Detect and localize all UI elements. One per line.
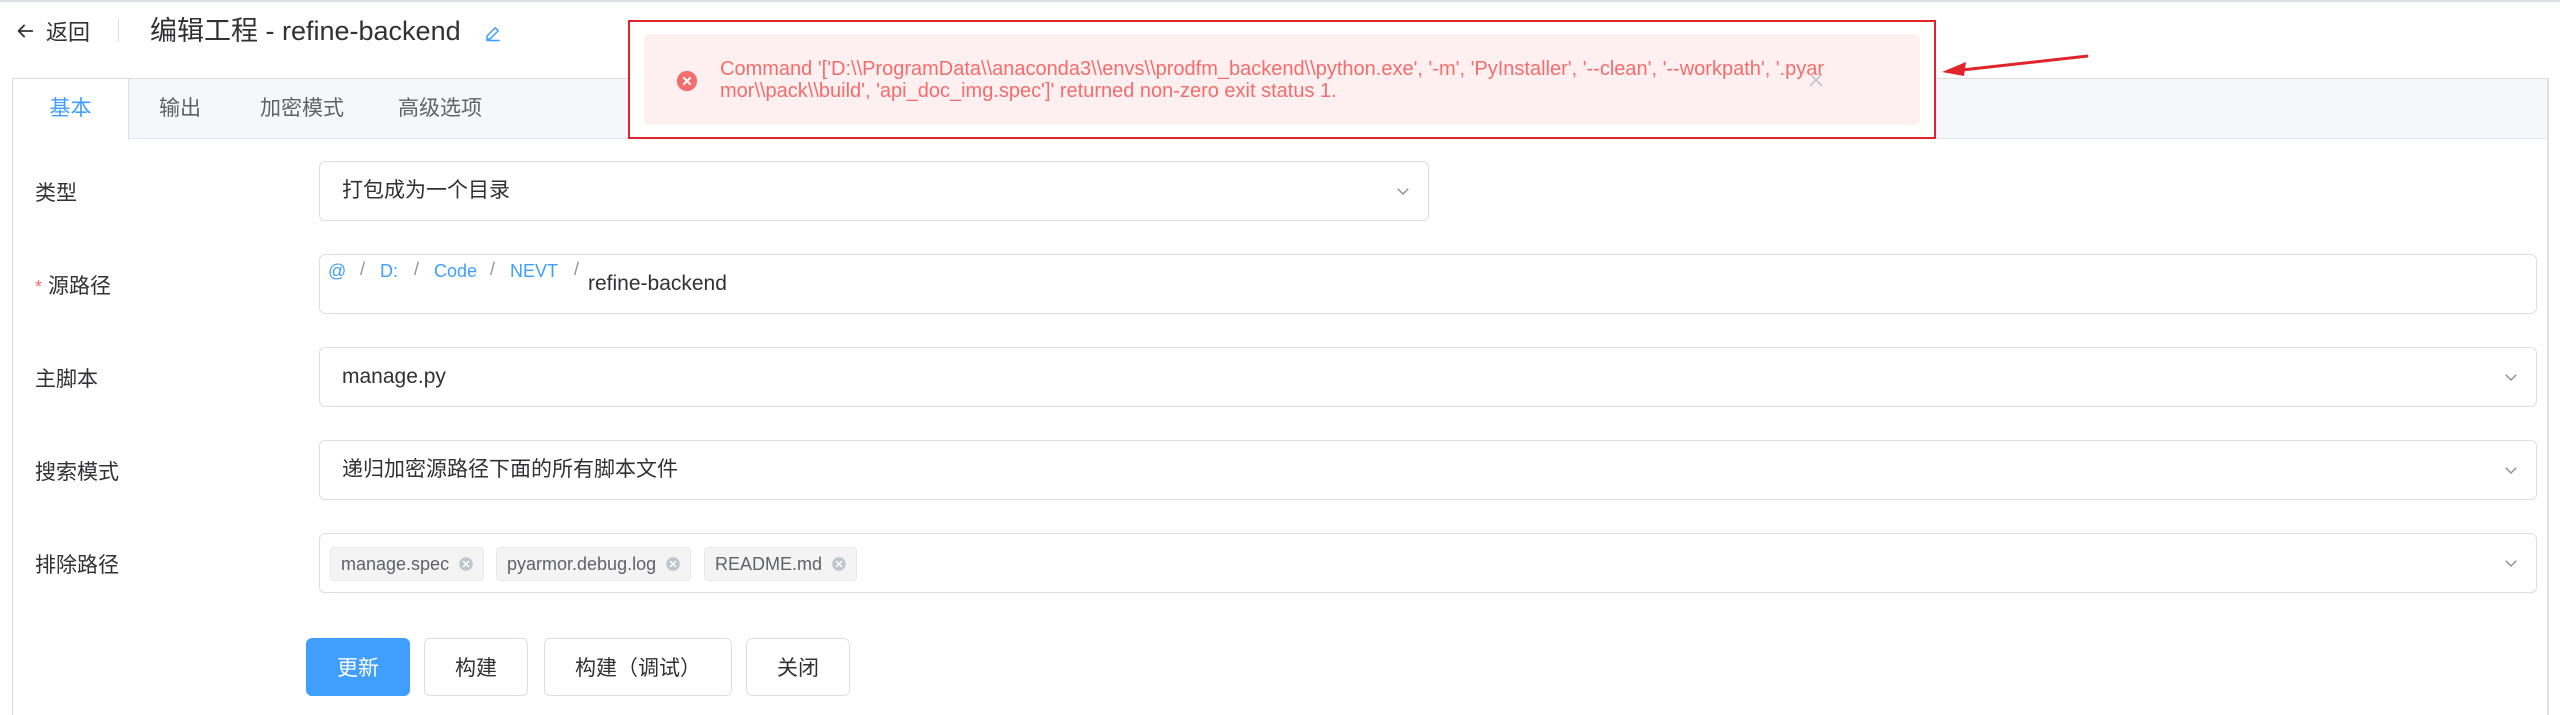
chevron-down-icon — [2505, 374, 2517, 382]
edit-icon[interactable] — [484, 24, 502, 42]
search-mode-value: 递归加密源路径下面的所有脚本文件 — [342, 458, 678, 481]
path-crumb-root[interactable]: @ — [328, 261, 346, 282]
build-debug-button[interactable]: 构建（调试） — [544, 638, 732, 696]
tag-close-icon[interactable] — [457, 555, 475, 573]
tab-encryption-mode[interactable]: 加密模式 — [239, 79, 365, 139]
path-separator: / — [574, 259, 580, 279]
path-separator: / — [414, 259, 420, 279]
build-button[interactable]: 构建 — [424, 638, 528, 696]
path-crumb-code[interactable]: Code — [434, 261, 477, 282]
exclude-tag: pyarmor.debug.log — [496, 547, 692, 581]
close-icon[interactable] — [1806, 70, 1826, 90]
path-crumb-nevt[interactable]: NEVT — [510, 261, 558, 282]
annotation-arrow — [1942, 54, 2089, 76]
chevron-down-icon — [2505, 467, 2517, 475]
required-mark: * — [35, 277, 43, 297]
search-mode-select[interactable]: 递归加密源路径下面的所有脚本文件 — [319, 440, 2537, 500]
exclude-paths-select[interactable]: manage.spec pyarmor.debug.log README.md — [319, 533, 2537, 593]
tag-close-icon[interactable] — [664, 555, 682, 573]
error-circle-icon — [676, 70, 698, 92]
type-select[interactable]: 打包成为一个目录 — [319, 161, 1429, 221]
search-mode-label: 搜索模式 — [35, 461, 119, 484]
header-divider — [118, 18, 119, 42]
back-label: 返回 — [46, 20, 91, 45]
main-script-value: manage.py — [342, 365, 446, 388]
type-value: 打包成为一个目录 — [342, 179, 510, 202]
path-current: refine-backend — [588, 272, 727, 295]
error-message: Command '['D:\\ProgramData\\anaconda3\\e… — [644, 34, 1920, 125]
close-button[interactable]: 关闭 — [746, 638, 850, 696]
right-edge — [2548, 78, 2549, 715]
alert-highlight-frame: Command '['D:\\ProgramData\\anaconda3\\e… — [628, 20, 1936, 139]
main-script-label: 主脚本 — [35, 368, 98, 391]
arrow-left-icon — [17, 24, 34, 38]
exclude-paths-label: 排除路径 — [35, 554, 119, 577]
update-button[interactable]: 更新 — [306, 638, 410, 696]
tab-output[interactable]: 输出 — [133, 79, 227, 139]
error-message-text: Command '['D:\\ProgramData\\anaconda3\\e… — [720, 58, 1825, 102]
source-path-field[interactable]: @ / D: / Code / NEVT / refine-backend — [319, 254, 2537, 314]
tag-close-icon[interactable] — [830, 555, 848, 573]
source-path-label: * 源路径 — [35, 275, 112, 298]
path-separator: / — [490, 259, 496, 279]
back-button[interactable]: 返回 — [14, 14, 90, 48]
path-separator: / — [360, 259, 366, 279]
path-crumb-drive[interactable]: D: — [380, 261, 398, 282]
page-title: 编辑工程 - refine-backend — [150, 16, 461, 46]
tab-advanced-options[interactable]: 高级选项 — [377, 79, 503, 139]
project-form-card: 基本 输出 加密模式 高级选项 类型 打包成为一个目录 * 源路径 @ / D: … — [12, 78, 2548, 715]
main-script-select[interactable]: manage.py — [319, 347, 2537, 407]
exclude-tag: README.md — [704, 547, 858, 581]
type-label: 类型 — [35, 182, 77, 205]
chevron-down-icon — [2505, 560, 2517, 568]
chevron-down-icon — [1397, 188, 1409, 196]
tab-basic[interactable]: 基本 — [13, 79, 129, 140]
exclude-tag: manage.spec — [330, 547, 485, 581]
